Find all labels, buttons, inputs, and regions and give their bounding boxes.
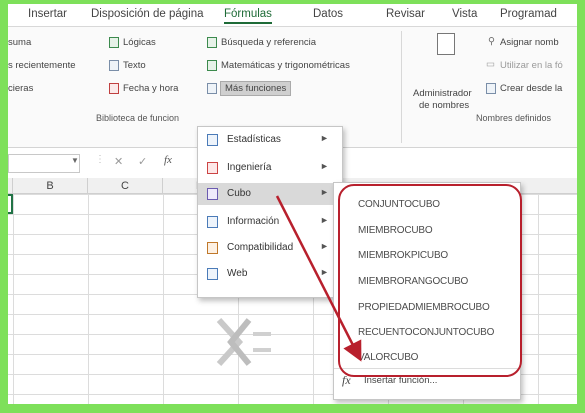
watermark-logo bbox=[215, 316, 275, 368]
define-name-icon: ⚲ bbox=[488, 36, 495, 47]
enter-icon[interactable]: ✓ bbox=[138, 155, 147, 168]
chevron-right-icon: ► bbox=[320, 161, 329, 171]
chevron-right-icon: ► bbox=[320, 187, 329, 197]
menu-item-ingenieria[interactable]: Ingeniería ► bbox=[198, 157, 342, 179]
info-icon bbox=[207, 216, 218, 228]
more-functions-icon bbox=[207, 83, 217, 94]
excel-window: Insertar Disposición de página Fórmulas … bbox=[8, 4, 577, 404]
chevron-right-icon: ► bbox=[320, 215, 329, 225]
use-in-formula-button[interactable]: Utilizar en la fó bbox=[500, 60, 563, 71]
chevron-right-icon: ► bbox=[320, 267, 329, 277]
recent-button[interactable]: s recientemente bbox=[8, 60, 76, 71]
tab-datos[interactable]: Datos bbox=[313, 8, 343, 20]
stats-icon bbox=[207, 134, 218, 146]
math-icon bbox=[207, 60, 217, 71]
library-group-label: Biblioteca de funcion bbox=[96, 113, 180, 123]
menu-item-compatibilidad[interactable]: Compatibilidad ► bbox=[198, 237, 342, 259]
autosum-button[interactable]: suma bbox=[8, 37, 31, 48]
cancel-icon[interactable]: ✕ bbox=[114, 155, 123, 168]
menu-item-informacion[interactable]: Información ► bbox=[198, 211, 342, 233]
formula-bar-divider: ⋮ bbox=[95, 154, 105, 165]
datetime-icon bbox=[109, 83, 119, 94]
cube-icon bbox=[207, 188, 218, 200]
column-header-b[interactable]: B bbox=[13, 178, 88, 194]
create-from-selection-icon bbox=[486, 83, 496, 94]
define-name-button[interactable]: Asignar nomb bbox=[500, 37, 559, 48]
name-manager-line2[interactable]: de nombres bbox=[419, 100, 469, 111]
engineering-icon bbox=[207, 162, 218, 174]
namebox-dropdown-icon[interactable]: ▼ bbox=[71, 156, 79, 165]
menu-item-estadisticas[interactable]: Estadísticas ► bbox=[198, 129, 342, 151]
use-in-formula-icon: ▭ bbox=[486, 59, 495, 70]
web-icon bbox=[207, 268, 218, 280]
tab-disposicion[interactable]: Disposición de página bbox=[91, 8, 204, 20]
text-button[interactable]: Texto bbox=[123, 60, 146, 71]
lookup-icon bbox=[207, 37, 217, 48]
name-box[interactable] bbox=[8, 154, 80, 173]
lookup-button[interactable]: Búsqueda y referencia bbox=[221, 37, 316, 48]
highlight-oval bbox=[338, 184, 522, 377]
tab-revisar[interactable]: Revisar bbox=[386, 8, 425, 20]
math-button[interactable]: Matemáticas y trigonométricas bbox=[221, 60, 350, 71]
column-header-c[interactable]: C bbox=[88, 178, 163, 194]
menu-item-cubo[interactable]: Cubo ► bbox=[198, 183, 342, 205]
menu-item-web[interactable]: Web ► bbox=[198, 263, 342, 285]
chevron-right-icon: ► bbox=[320, 241, 329, 251]
chevron-right-icon: ► bbox=[320, 133, 329, 143]
name-manager-line1[interactable]: Administrador bbox=[413, 88, 472, 99]
datetime-button[interactable]: Fecha y hora bbox=[123, 83, 178, 94]
more-functions-button[interactable]: Más funciones bbox=[220, 81, 292, 96]
tab-vista[interactable]: Vista bbox=[452, 8, 477, 20]
names-group-label: Nombres definidos bbox=[476, 113, 552, 123]
tab-formulas[interactable]: Fórmulas bbox=[224, 8, 272, 24]
create-from-selection-button[interactable]: Crear desde la bbox=[500, 83, 562, 94]
logical-icon bbox=[109, 37, 119, 48]
insert-function-icon[interactable]: fx bbox=[164, 154, 172, 166]
ribbon-tabs: Insertar Disposición de página Fórmulas … bbox=[8, 4, 577, 27]
ribbon-separator bbox=[401, 31, 402, 143]
logical-button[interactable]: Lógicas bbox=[123, 37, 156, 48]
name-manager-icon[interactable] bbox=[437, 33, 455, 55]
active-cell[interactable] bbox=[8, 194, 13, 214]
more-functions-menu: Estadísticas ► Ingeniería ► Cubo ► Infor… bbox=[197, 126, 343, 298]
financial-button[interactable]: cieras bbox=[8, 83, 33, 94]
compat-icon bbox=[207, 242, 218, 254]
tab-programador[interactable]: Programad bbox=[500, 8, 557, 20]
tab-insertar[interactable]: Insertar bbox=[28, 8, 67, 20]
text-icon bbox=[109, 60, 119, 71]
